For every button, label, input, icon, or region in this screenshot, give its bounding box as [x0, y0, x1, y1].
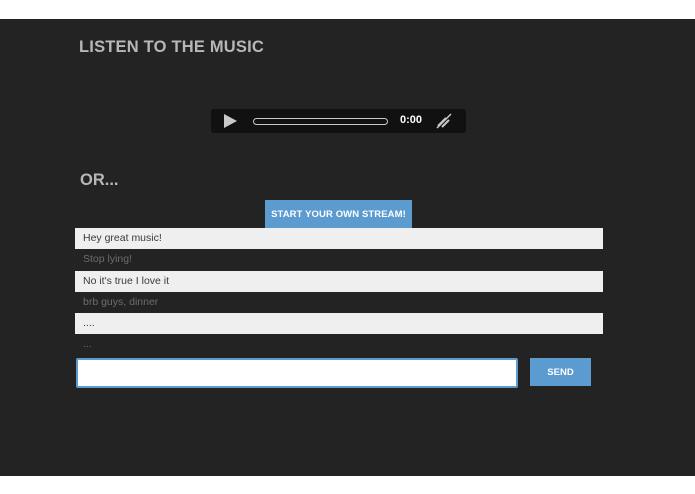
page-title: LISTEN TO THE MUSIC — [79, 38, 265, 56]
main-panel: LISTEN TO THE MUSIC 0:00 OR... START YOU… — [0, 19, 695, 476]
chat-input[interactable] — [76, 358, 518, 388]
chat-message: No it's true I love it — [75, 270, 603, 292]
chat-message: ... — [83, 338, 92, 351]
start-stream-button[interactable]: START YOUR OWN STREAM! — [265, 200, 412, 228]
audio-player: 0:00 — [211, 109, 466, 133]
chat-messages: Hey great music! Stop lying! No it's tru… — [75, 228, 603, 356]
time-display: 0:00 — [400, 114, 423, 126]
chat-message: Stop lying! — [83, 253, 133, 266]
seek-bar[interactable] — [253, 118, 388, 125]
send-button[interactable]: SEND — [530, 358, 591, 386]
mute-icon[interactable] — [435, 113, 453, 129]
chat-message: Hey great music! — [75, 228, 603, 250]
chat-message: brb guys, dinner — [83, 295, 159, 308]
or-heading: OR... — [80, 171, 119, 189]
play-icon[interactable] — [224, 114, 237, 128]
chat-message: .... — [75, 313, 603, 335]
